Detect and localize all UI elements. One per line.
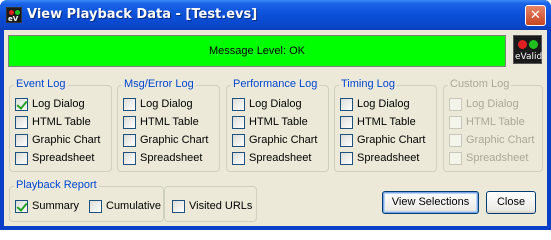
checkbox-icon[interactable] [232,116,245,129]
checkbox-checked-icon[interactable] [15,98,28,111]
checkbox-icon[interactable] [15,152,28,165]
evalid-logo-icon: eValid [513,35,542,64]
checkbox-icon [449,98,462,111]
checkbox-icon[interactable] [123,152,136,165]
group-title: Msg/Error Log [122,78,196,90]
checkbox-icon[interactable] [232,98,245,111]
close-button[interactable]: Close [486,191,536,214]
title-bar[interactable]: eV View Playback Data - [Test.evs] ✕ [0,0,551,30]
view-selections-button[interactable]: View Selections [382,191,479,214]
checkbox-icon [449,134,462,147]
group-title: Playback Report [14,179,99,191]
group-event-log: Event Log Log Dialog HTML Table Graphic … [9,78,112,172]
group-visited-urls: Visited URLs [164,186,257,222]
checkbox-icon[interactable] [340,116,353,129]
dialog-window: eV View Playback Data - [Test.evs] ✕ Mes… [0,0,551,230]
checkbox-icon[interactable] [15,134,28,147]
checkbox-icon[interactable] [123,134,136,147]
checkbox-icon[interactable] [123,116,136,129]
group-timing-log: Timing Log Log Dialog HTML Table Graphic… [334,78,437,172]
group-performance-log: Performance Log Log Dialog HTML Table Gr… [226,78,329,172]
checkbox-checked-icon[interactable] [15,200,28,213]
app-icon[interactable]: eV [6,7,22,23]
checkbox-icon[interactable] [123,98,136,111]
checkbox-icon[interactable] [232,134,245,147]
group-title: Timing Log [339,78,398,90]
message-level-bar: Message Level: OK [8,35,506,67]
checkbox-icon[interactable] [340,152,353,165]
checkbox-icon[interactable] [340,98,353,111]
group-title: Performance Log [231,78,320,90]
checkbox-icon[interactable] [340,134,353,147]
group-title: Event Log [14,78,68,90]
group-playback-report: Playback Report Summary Cumulative [9,179,164,222]
group-custom-log: Custom Log Log Dialog HTML Table Graphic… [443,78,543,172]
checkbox-icon[interactable] [232,152,245,165]
window-bottom-border [0,226,551,230]
close-icon[interactable]: ✕ [525,5,546,26]
dialog-body: Message Level: OK eValid Event Log Log D… [4,30,547,226]
group-msg-error-log: Msg/Error Log Log Dialog HTML Table Grap… [117,78,220,172]
group-title: Custom Log [448,78,512,90]
window-title: View Playback Data - [Test.evs] [27,7,258,22]
checkbox-icon[interactable] [172,200,185,213]
checkbox-icon[interactable] [15,116,28,129]
checkbox-icon [449,116,462,129]
checkbox-icon[interactable] [89,200,102,213]
checkbox-icon [449,152,462,165]
